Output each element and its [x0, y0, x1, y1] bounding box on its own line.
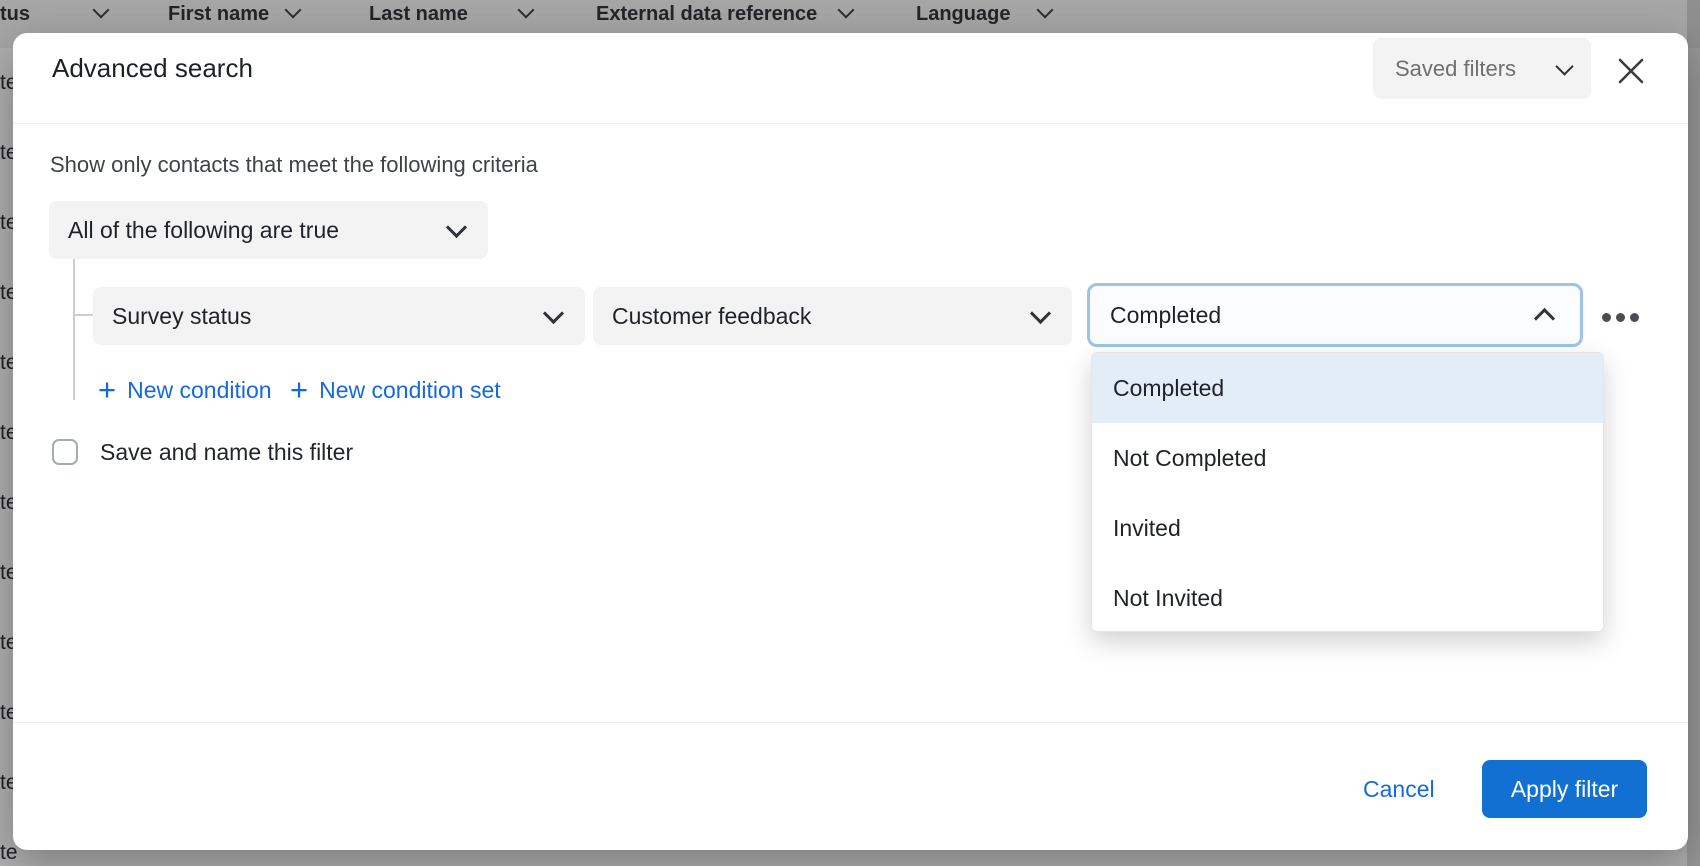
condition-source-select[interactable]: Customer feedback [593, 287, 1072, 345]
dropdown-option-completed[interactable]: Completed [1092, 353, 1603, 423]
footer-divider [13, 722, 1688, 723]
saved-filters-label: Saved filters [1395, 56, 1516, 82]
save-filter-label: Save and name this filter [100, 437, 353, 467]
new-condition-button[interactable]: + New condition [98, 373, 272, 407]
chevron-down-icon [543, 303, 564, 324]
ellipsis-dot [1616, 313, 1625, 322]
chevron-up-icon [1534, 308, 1555, 329]
ellipsis-dot [1630, 313, 1639, 322]
group-operator-value: All of the following are true [49, 217, 339, 244]
dropdown-option-not-completed[interactable]: Not Completed [1092, 423, 1603, 493]
new-condition-label: New condition [127, 377, 271, 404]
modal-title: Advanced search [52, 53, 253, 83]
chevron-down-icon [1030, 303, 1051, 324]
header-divider [13, 123, 1688, 124]
condition-tree-elbow [74, 314, 93, 316]
new-condition-set-label: New condition set [319, 377, 501, 404]
advanced-search-modal: Advanced search Saved filters Show only … [13, 33, 1688, 850]
condition-source-value: Customer feedback [593, 303, 811, 330]
plus-icon: + [98, 375, 116, 405]
criteria-instruction: Show only contacts that meet the followi… [50, 151, 538, 179]
condition-field-select[interactable]: Survey status [93, 287, 585, 345]
screen: tus First name Last name External data r… [0, 0, 1700, 866]
condition-value-value: Completed [1090, 302, 1221, 329]
close-icon[interactable] [1612, 52, 1650, 90]
apply-filter-button[interactable]: Apply filter [1482, 760, 1647, 818]
condition-field-value: Survey status [93, 303, 251, 330]
value-dropdown-menu: Completed Not Completed Invited Not Invi… [1091, 352, 1604, 632]
condition-options-icon[interactable] [1591, 297, 1649, 337]
ellipsis-dot [1602, 313, 1611, 322]
chevron-down-icon [1555, 57, 1573, 75]
saved-filters-dropdown[interactable]: Saved filters [1373, 38, 1591, 99]
condition-tree-line [73, 259, 75, 400]
save-filter-checkbox[interactable] [52, 439, 78, 465]
dropdown-option-invited[interactable]: Invited [1092, 493, 1603, 563]
plus-icon: + [290, 375, 308, 405]
dropdown-option-not-invited[interactable]: Not Invited [1092, 563, 1603, 632]
chevron-down-icon [446, 217, 467, 238]
condition-value-select[interactable]: Completed [1087, 283, 1583, 347]
new-condition-set-button[interactable]: + New condition set [290, 373, 501, 407]
cancel-button[interactable]: Cancel [1353, 773, 1445, 805]
group-operator-select[interactable]: All of the following are true [49, 201, 488, 259]
